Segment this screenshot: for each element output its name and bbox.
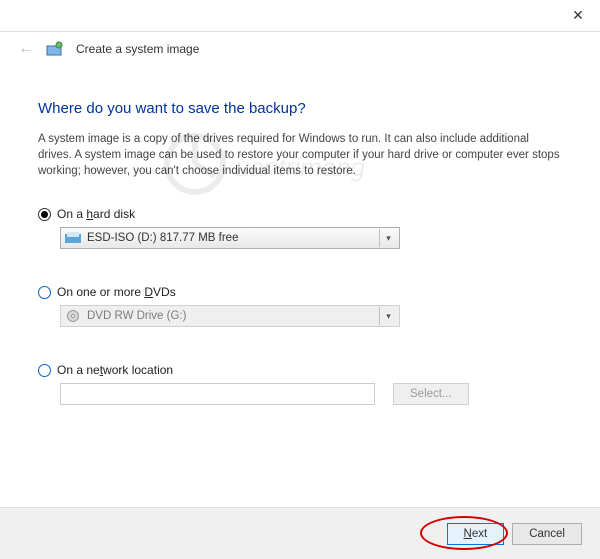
description: A system image is a copy of the drives r…	[38, 131, 562, 179]
combo-value: ESD-ISO (D:) 817.77 MB free	[87, 232, 238, 244]
radio-icon	[38, 364, 51, 377]
titlebar: ✕	[0, 0, 600, 32]
content: Where do you want to save the backup? A …	[0, 64, 600, 405]
close-icon[interactable]: ✕	[568, 7, 588, 24]
radio-icon	[38, 286, 51, 299]
dvd-combo: DVD RW Drive (G:) ▾	[60, 305, 400, 327]
radio-label: On a network location	[57, 363, 173, 377]
next-button[interactable]: Next	[447, 523, 505, 545]
chevron-down-icon: ▾	[379, 229, 397, 247]
app-icon	[46, 40, 64, 58]
radio-dvds[interactable]: On one or more DVDs	[38, 285, 562, 299]
cancel-button[interactable]: Cancel	[512, 523, 582, 545]
heading: Where do you want to save the backup?	[38, 100, 562, 117]
option-hard-disk: On a hard disk ESD-ISO (D:) 817.77 MB fr…	[38, 207, 562, 249]
option-network: On a network location Select...	[38, 363, 562, 405]
disc-icon	[65, 309, 81, 323]
page-title: Create a system image	[76, 42, 199, 56]
radio-hard-disk[interactable]: On a hard disk	[38, 207, 562, 221]
header: ← Create a system image	[0, 34, 600, 64]
select-button: Select...	[393, 383, 469, 405]
radio-label: On a hard disk	[57, 207, 135, 221]
network-path-input	[60, 383, 375, 405]
hard-disk-combo[interactable]: ESD-ISO (D:) 817.77 MB free ▾	[60, 227, 400, 249]
radio-label: On one or more DVDs	[57, 285, 176, 299]
radio-network[interactable]: On a network location	[38, 363, 562, 377]
drive-icon	[65, 231, 81, 245]
chevron-down-icon: ▾	[379, 307, 397, 325]
footer: Next Cancel	[0, 507, 600, 559]
back-arrow-icon[interactable]: ←	[18, 40, 34, 58]
option-dvds: On one or more DVDs DVD RW Drive (G:) ▾	[38, 285, 562, 327]
combo-value: DVD RW Drive (G:)	[87, 310, 186, 322]
radio-icon	[38, 208, 51, 221]
